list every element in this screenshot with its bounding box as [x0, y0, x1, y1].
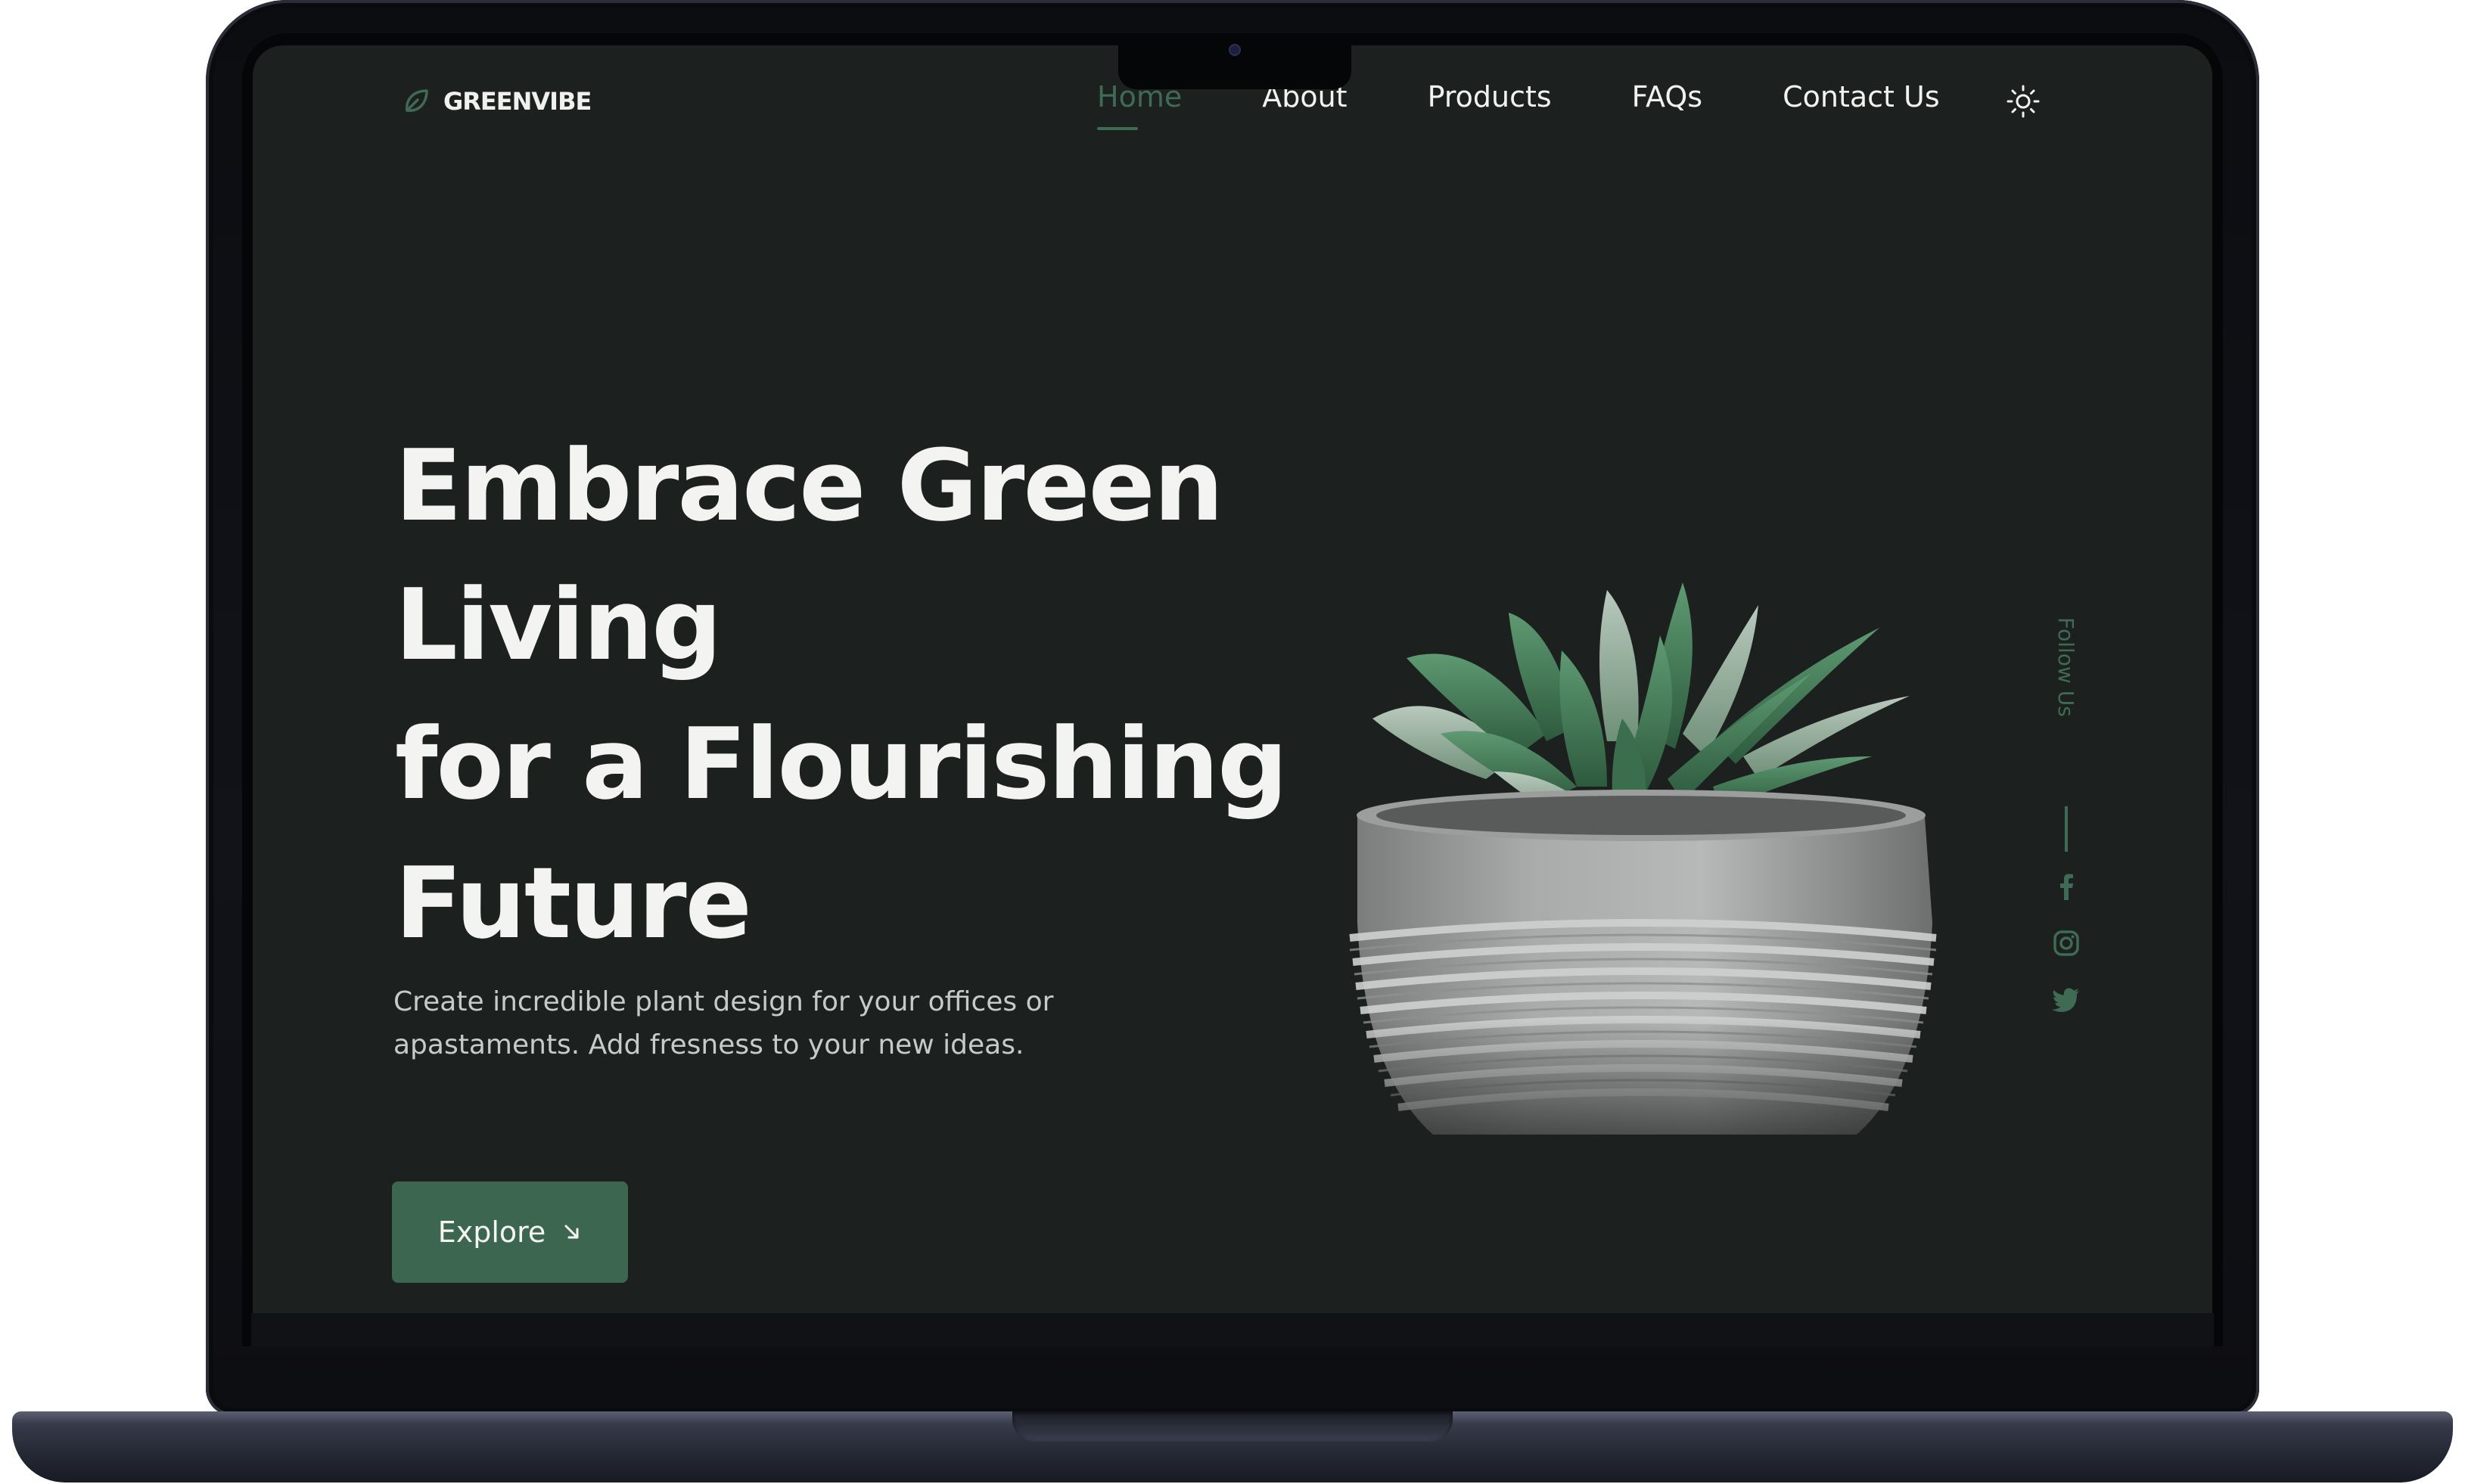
- website-screen: GREENVIBE Home About Products FAQs Conta…: [253, 45, 2212, 1313]
- laptop-chin: [251, 1313, 2214, 1346]
- brand-name: GREENVIBE: [443, 87, 592, 116]
- nav-contact-us[interactable]: Contact Us: [1783, 80, 1940, 113]
- brand-logo[interactable]: GREENVIBE: [401, 86, 592, 116]
- nav-products[interactable]: Products: [1428, 80, 1552, 113]
- instagram-icon[interactable]: [2050, 927, 2082, 959]
- leaf-icon: [406, 89, 428, 112]
- webcam: [1230, 45, 1239, 54]
- hero-title-line: Embrace Green: [395, 428, 1223, 543]
- laptop-thumb-groove: [1012, 1411, 1453, 1442]
- twitter-icon[interactable]: [2050, 983, 2082, 1015]
- hero-title-line: for a Flourishing: [395, 706, 1288, 821]
- nav-faqs[interactable]: FAQs: [1632, 80, 1702, 113]
- hero-title-line: Future: [395, 846, 752, 961]
- explore-button[interactable]: Explore: [392, 1181, 628, 1283]
- social-rail: Follow Us: [2047, 617, 2093, 1041]
- succulent-plant-image: [1327, 529, 1955, 1180]
- hero-title: Embrace Green Living for a Flourishing F…: [395, 416, 1288, 973]
- laptop-mockup: GREENVIBE Home About Products FAQs Conta…: [0, 0, 2465, 1484]
- arrow-down-right-icon: [564, 1225, 579, 1239]
- follow-divider: [2065, 806, 2068, 852]
- explore-button-label: Explore: [437, 1215, 546, 1249]
- follow-us-label: Follow Us: [2053, 617, 2078, 717]
- sun-icon[interactable]: [2005, 83, 2041, 120]
- hero-title-line: Living: [395, 567, 722, 682]
- facebook-icon[interactable]: [2050, 871, 2082, 903]
- hero-subtitle: Create incredible plant design for your …: [393, 986, 1054, 1060]
